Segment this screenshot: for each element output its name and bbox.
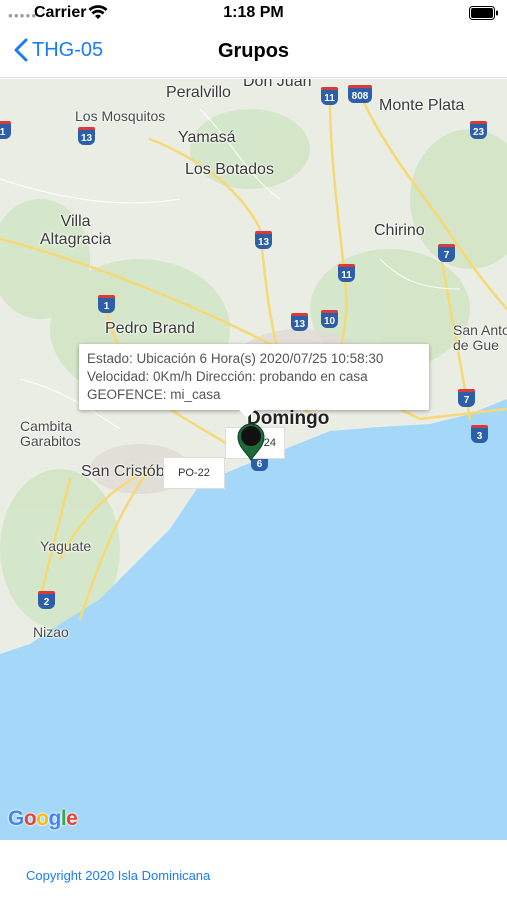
highway-shield: 808 (348, 85, 372, 103)
highway-shield: 13 (291, 313, 308, 331)
place-label-cambita-garabitos: Cambita Garabitos (20, 418, 81, 450)
place-label-pedro-brand: Pedro Brand (105, 320, 195, 337)
highway-shield: 1 (98, 295, 115, 313)
place-label-nizao: Nizao (33, 624, 69, 640)
place-label-monte-plata: Monte Plata (379, 97, 465, 114)
info-window-pointer (239, 410, 255, 418)
place-label-chirino: Chirino (374, 222, 425, 239)
page-title: Grupos (217, 40, 290, 62)
highway-shield: 2 (38, 591, 55, 609)
highway-shield: 7 (458, 389, 475, 407)
map-marker-icon[interactable] (235, 423, 267, 466)
status-bar: ●●●●● Carrier 1:18 PM (0, 0, 507, 26)
info-status-line: Estado: Ubicación 6 Hora(s) 2020/07/25 1… (87, 351, 384, 366)
place-label-los-botados: Los Botados (185, 161, 274, 178)
navigation-bar: THG-05 Grupos (0, 28, 507, 78)
footer: Copyright 2020 Isla Dominicana (0, 840, 507, 900)
highway-shield: 1 (0, 121, 11, 139)
highway-shield: 11 (338, 264, 355, 282)
place-label-don-juan: Don Juan (243, 79, 312, 90)
place-label-san-cristobal: San Cristób (81, 463, 165, 480)
battery-icon (469, 6, 499, 25)
place-label-san-antonio: San Anto de Gue (453, 322, 507, 354)
highway-shield: 3 (471, 425, 488, 443)
clock: 1:18 PM (223, 4, 284, 21)
copyright-link[interactable]: Copyright 2020 Isla Dominicana (26, 868, 210, 883)
highway-shield: 10 (321, 310, 338, 328)
place-label-villa-altagracia: Villa Altagracia (40, 213, 112, 248)
place-label-peralvillo: Peralvillo (166, 84, 231, 101)
map-info-window[interactable]: Estado: Ubicación 6 Hora(s) 2020/07/25 1… (79, 344, 429, 418)
map-view[interactable]: Peralvillo Don Juan Monte Plata Los Mosq… (0, 79, 507, 840)
info-geofence-line: GEOFENCE: mi_casa (87, 387, 221, 402)
place-label-yaguate: Yaguate (40, 538, 92, 554)
google-logo: Google (8, 807, 78, 830)
highway-shield: 11 (321, 87, 338, 105)
highway-shield: 7 (438, 244, 455, 262)
place-label-yamasa: Yamasá (178, 129, 236, 146)
highway-shield: 23 (470, 121, 487, 139)
highway-shield: 13 (78, 127, 95, 145)
vehicle-plate-label[interactable]: PO-22 (163, 457, 225, 489)
place-label-los-mosquitos: Los Mosquitos (75, 108, 166, 124)
info-speed-line: Velocidad: 0Km/h Dirección: probando en … (87, 369, 368, 384)
highway-shield: 13 (255, 231, 272, 249)
